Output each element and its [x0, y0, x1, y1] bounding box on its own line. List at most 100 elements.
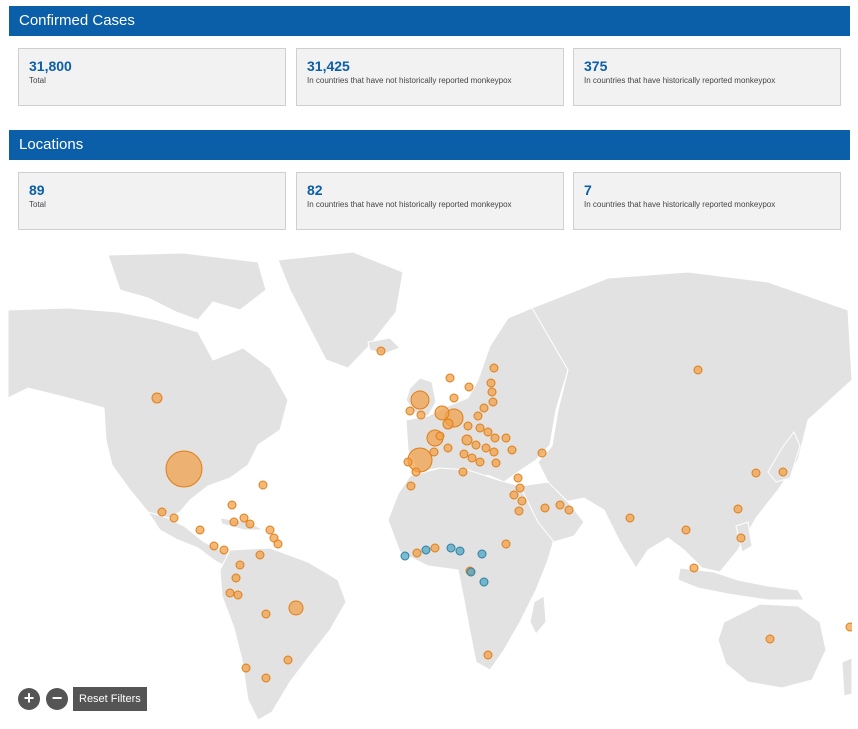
case-bubble[interactable] — [231, 573, 241, 583]
case-bubble[interactable] — [429, 447, 439, 457]
case-bubble[interactable] — [736, 533, 746, 543]
case-bubble[interactable] — [461, 434, 473, 446]
case-bubble[interactable] — [412, 548, 422, 558]
case-bubble[interactable] — [778, 467, 788, 477]
locations-total-value: 89 — [29, 182, 45, 198]
case-bubble[interactable] — [471, 440, 481, 450]
case-bubble[interactable] — [845, 622, 852, 632]
case-bubble[interactable] — [410, 390, 430, 410]
case-bubble[interactable] — [483, 650, 493, 660]
case-bubble[interactable] — [209, 541, 219, 551]
case-bubble[interactable] — [165, 450, 203, 488]
case-bubble[interactable] — [169, 513, 179, 523]
case-bubble[interactable] — [479, 403, 489, 413]
case-bubble[interactable] — [463, 421, 473, 431]
case-bubble[interactable] — [513, 473, 523, 483]
case-bubble[interactable] — [195, 525, 205, 535]
case-bubble[interactable] — [261, 673, 271, 683]
case-bubble[interactable] — [403, 457, 413, 467]
case-bubble[interactable] — [273, 539, 283, 549]
case-bubble[interactable] — [489, 363, 499, 373]
case-bubble[interactable] — [225, 588, 235, 598]
case-bubble[interactable] — [416, 410, 426, 420]
case-bubble[interactable] — [442, 418, 454, 430]
case-bubble[interactable] — [486, 378, 496, 388]
case-bubble[interactable] — [517, 496, 527, 506]
case-bubble[interactable] — [445, 373, 455, 383]
case-bubble[interactable] — [501, 433, 511, 443]
case-bubble[interactable] — [765, 634, 775, 644]
case-bubble[interactable] — [151, 392, 163, 404]
case-bubble[interactable] — [509, 490, 519, 500]
case-bubble[interactable] — [459, 449, 469, 459]
case-bubble[interactable] — [491, 458, 501, 468]
case-bubble[interactable] — [464, 382, 474, 392]
case-bubble[interactable] — [227, 500, 237, 510]
case-bubble[interactable] — [475, 423, 485, 433]
zoom-out-button[interactable]: − — [46, 688, 68, 710]
confirmed-non-historical-value: 31,425 — [307, 58, 350, 74]
locations-non-historical-value: 82 — [307, 182, 323, 198]
case-bubble[interactable] — [283, 655, 293, 665]
case-bubble[interactable] — [489, 447, 499, 457]
historical-case-bubble[interactable] — [455, 546, 465, 556]
case-bubble[interactable] — [458, 467, 468, 477]
case-bubble[interactable] — [681, 525, 691, 535]
case-bubble[interactable] — [733, 504, 743, 514]
case-bubble[interactable] — [555, 500, 565, 510]
case-bubble[interactable] — [449, 393, 459, 403]
case-bubble[interactable] — [434, 405, 450, 421]
case-bubble[interactable] — [241, 663, 251, 673]
case-bubble[interactable] — [430, 543, 440, 553]
case-bubble[interactable] — [487, 387, 497, 397]
case-bubble[interactable] — [473, 411, 483, 421]
historical-case-bubble[interactable] — [446, 543, 456, 553]
confirmed-non-historical-caption: In countries that have not historically … — [307, 76, 512, 85]
case-bubble[interactable] — [751, 468, 761, 478]
case-bubble[interactable] — [467, 453, 477, 463]
world-map[interactable] — [8, 250, 852, 725]
case-bubble[interactable] — [564, 505, 574, 515]
case-bubble[interactable] — [265, 525, 275, 535]
case-bubble[interactable] — [689, 563, 699, 573]
plus-icon: + — [23, 688, 35, 708]
madagascar — [529, 595, 547, 635]
case-bubble[interactable] — [540, 503, 550, 513]
historical-case-bubble[interactable] — [479, 577, 489, 587]
case-bubble[interactable] — [258, 480, 268, 490]
historical-case-bubble[interactable] — [466, 567, 476, 577]
case-bubble[interactable] — [233, 590, 243, 600]
case-bubble[interactable] — [261, 609, 271, 619]
historical-case-bubble[interactable] — [477, 549, 487, 559]
case-bubble[interactable] — [443, 443, 453, 453]
case-bubble[interactable] — [514, 506, 524, 516]
historical-case-bubble[interactable] — [421, 545, 431, 555]
case-bubble[interactable] — [501, 539, 511, 549]
case-bubble[interactable] — [229, 517, 239, 527]
case-bubble[interactable] — [488, 397, 498, 407]
case-bubble[interactable] — [157, 507, 167, 517]
historical-case-bubble[interactable] — [400, 551, 410, 561]
case-bubble[interactable] — [481, 443, 491, 453]
case-bubble[interactable] — [515, 483, 525, 493]
case-bubble[interactable] — [411, 467, 421, 477]
case-bubble[interactable] — [490, 433, 500, 443]
case-bubble[interactable] — [405, 406, 415, 416]
case-bubble[interactable] — [239, 513, 249, 523]
case-bubble[interactable] — [625, 513, 635, 523]
case-bubble[interactable] — [537, 448, 547, 458]
case-bubble[interactable] — [435, 431, 445, 441]
reset-filters-button[interactable]: Reset Filters — [73, 687, 147, 711]
zoom-in-button[interactable]: + — [18, 688, 40, 710]
case-bubble[interactable] — [406, 481, 416, 491]
case-bubble[interactable] — [219, 545, 229, 555]
case-bubble[interactable] — [288, 600, 304, 616]
case-bubble[interactable] — [255, 550, 265, 560]
case-bubble[interactable] — [376, 346, 386, 356]
case-bubble[interactable] — [693, 365, 703, 375]
case-bubble[interactable] — [507, 445, 517, 455]
case-bubble[interactable] — [245, 519, 255, 529]
case-bubble[interactable] — [483, 427, 493, 437]
case-bubble[interactable] — [235, 560, 245, 570]
case-bubble[interactable] — [475, 457, 485, 467]
